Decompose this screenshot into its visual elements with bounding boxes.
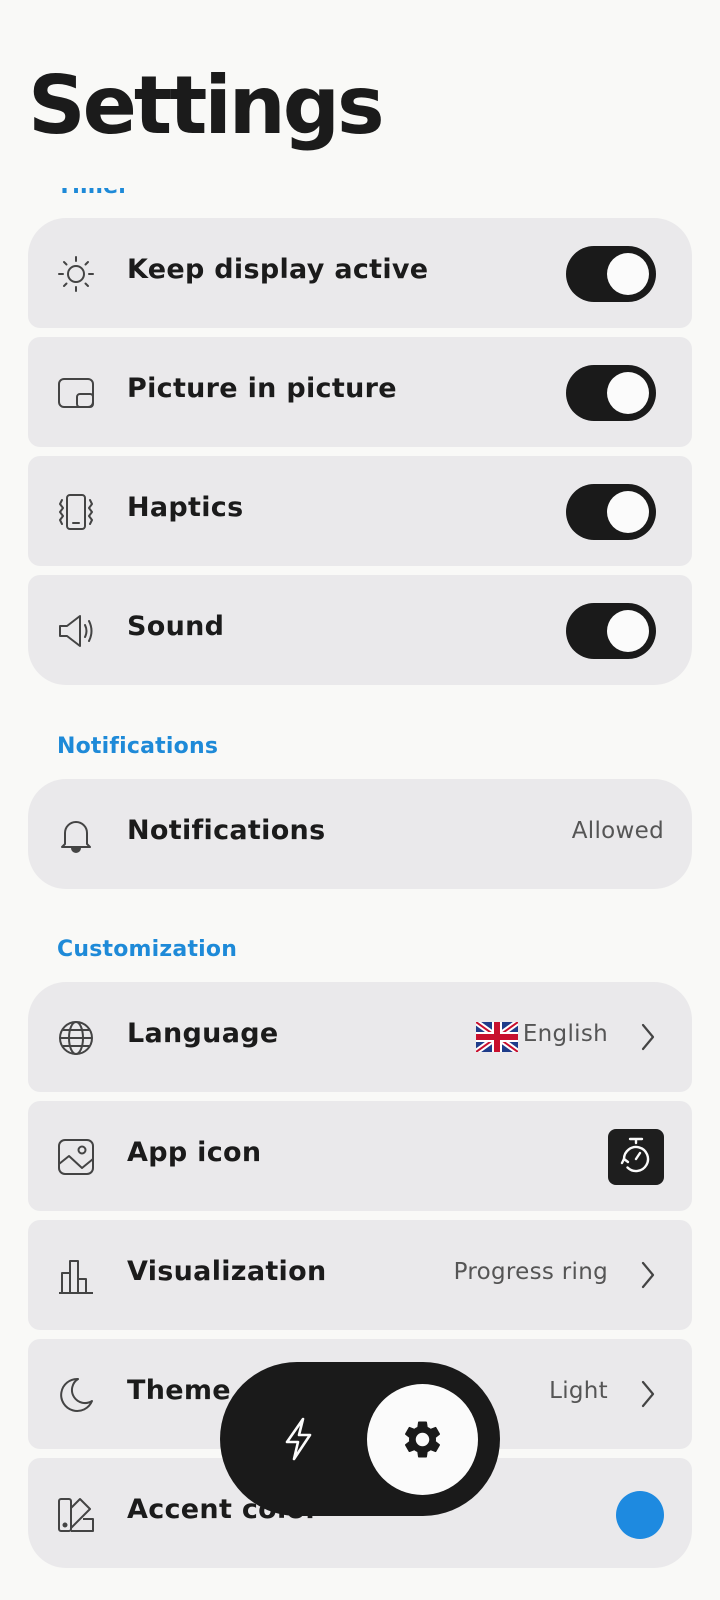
lightning-icon <box>285 1417 312 1461</box>
nav-lightning-button[interactable] <box>258 1399 338 1479</box>
chevron-right-icon <box>640 1260 656 1290</box>
haptics-toggle[interactable] <box>566 484 656 540</box>
row-picture-in-picture[interactable]: Picture in picture <box>28 337 692 447</box>
nav-settings-button[interactable] <box>367 1384 478 1495</box>
page-title: Settings <box>28 59 385 152</box>
row-language[interactable]: Language English <box>28 982 692 1092</box>
bar-chart-icon <box>56 1256 96 1296</box>
toggle-knob <box>607 372 649 414</box>
row-notifications[interactable]: Notifications Allowed <box>28 779 692 889</box>
row-label: App icon <box>127 1137 262 1168</box>
image-icon <box>56 1137 96 1177</box>
moon-icon <box>56 1375 96 1415</box>
chevron-right-icon <box>640 1022 656 1052</box>
row-sound[interactable]: Sound <box>28 575 692 685</box>
row-label: Language <box>127 1018 279 1049</box>
accent-color-swatch[interactable] <box>616 1491 664 1539</box>
picture-in-picture-toggle[interactable] <box>566 365 656 421</box>
chevron-right-icon <box>640 1379 656 1409</box>
row-app-icon[interactable]: App icon <box>28 1101 692 1211</box>
toggle-knob <box>607 491 649 533</box>
palette-icon <box>56 1494 96 1534</box>
row-label: Theme <box>127 1375 231 1406</box>
speaker-icon <box>56 611 96 651</box>
section-label-customization: Customization <box>57 937 238 962</box>
row-label: Haptics <box>127 492 244 523</box>
vibrating-phone-icon <box>56 492 96 532</box>
row-keep-display-active[interactable]: Keep display active <box>28 218 692 328</box>
top-app-bar: Settings <box>0 0 720 188</box>
row-haptics[interactable]: Haptics <box>28 456 692 566</box>
toggle-knob <box>607 610 649 652</box>
uk-flag-icon <box>476 1022 518 1052</box>
row-visualization[interactable]: Visualization Progress ring <box>28 1220 692 1330</box>
row-label: Keep display active <box>127 254 429 285</box>
theme-value: Light <box>549 1378 608 1404</box>
toggle-knob <box>607 253 649 295</box>
stopwatch-app-icon[interactable] <box>608 1129 664 1185</box>
notifications-status: Allowed <box>571 818 664 844</box>
sun-icon <box>56 254 96 294</box>
picture-in-picture-icon <box>56 373 96 413</box>
row-label: Picture in picture <box>127 373 397 404</box>
globe-icon <box>56 1018 96 1058</box>
row-label: Sound <box>127 611 225 642</box>
keep-display-toggle[interactable] <box>566 246 656 302</box>
gear-icon <box>404 1421 441 1458</box>
section-label-notifications: Notifications <box>57 734 219 759</box>
row-label: Notifications <box>127 815 326 846</box>
visualization-value: Progress ring <box>453 1259 608 1285</box>
bottom-nav-pill <box>220 1362 500 1516</box>
bell-icon <box>56 815 96 855</box>
sound-toggle[interactable] <box>566 603 656 659</box>
row-label: Visualization <box>127 1256 327 1287</box>
language-value: English <box>522 1021 608 1047</box>
